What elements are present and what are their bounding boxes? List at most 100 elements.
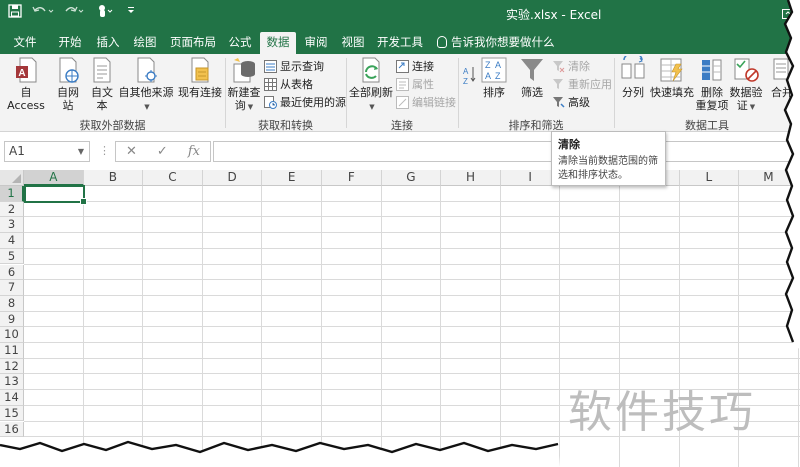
existing-connections-button[interactable]: 现有连接 [178,56,222,99]
from-table-button[interactable]: 从表格 [264,76,313,93]
other-sources-icon [132,56,160,84]
dropdown-caret-icon: ▼ [144,103,150,111]
column-header[interactable]: A [24,170,84,186]
table-icon [264,78,277,91]
chevron-down-icon[interactable]: ▼ [78,142,84,161]
refresh-icon [357,56,385,84]
tab-home[interactable]: 开始 [52,32,88,54]
dropdown-caret-icon: ▼ [749,103,756,111]
from-access-label: 自 Access [7,86,45,112]
name-box[interactable]: A1 ▼ [4,141,90,162]
row-header[interactable]: 9 [0,311,24,328]
tab-draw[interactable]: 绘图 [127,32,163,54]
reapply-button[interactable]: 重新应用 [552,76,612,93]
new-query-button[interactable]: 新建查 询 ▼ [227,56,261,114]
properties-button[interactable]: 属性 [396,76,434,93]
tab-page-layout[interactable]: 页面布局 [166,32,220,54]
row-header[interactable]: 1 [0,186,24,202]
edit-links-button[interactable]: 编辑链接 [396,94,456,111]
column-header[interactable]: D [202,170,263,186]
row-header[interactable]: 4 [0,233,24,249]
from-access-button[interactable]: A 自 Access [2,56,50,112]
column-header[interactable]: F [322,170,382,186]
filter-button[interactable]: 筛选 [518,56,546,99]
row-header[interactable]: 15 [0,405,24,422]
recent-sources-button[interactable]: 最近使用的源 [264,94,346,111]
column-header[interactable]: H [441,170,501,186]
row-header[interactable]: 8 [0,295,24,312]
clear-filter-icon [552,60,565,73]
from-other-label: 自其他来源 [118,86,174,99]
customize-qat-icon[interactable] [126,4,136,18]
clear-button[interactable]: 清除 [552,58,590,75]
dropdown-caret-icon: ▼ [247,103,254,111]
ribbon-tabs: 文件 开始 插入 绘图 页面布局 公式 数据 审阅 视图 开发工具 告诉我你想要… [0,28,800,54]
group-label-external-data: 获取外部数据 [79,119,146,132]
advanced-filter-icon [552,96,565,109]
row-header[interactable]: 5 [0,248,24,265]
grid-line [24,310,800,312]
connections-button[interactable]: 连接 [396,58,434,75]
grid-line [24,232,800,234]
grid-line [24,263,800,265]
from-other-sources-button[interactable]: 自其他来源 ▼ [118,56,174,114]
from-text-button[interactable]: 自文本 [86,56,118,112]
redo-icon[interactable] [64,4,86,18]
row-header[interactable]: 13 [0,374,24,391]
row-header[interactable]: 14 [0,390,24,406]
row-header[interactable]: 10 [0,327,24,343]
row-header[interactable]: 3 [0,217,24,234]
cancel-icon[interactable]: ✕ [126,144,137,159]
column-header[interactable]: G [381,170,442,186]
active-cell-a1[interactable] [24,185,87,205]
tab-review[interactable]: 审阅 [298,32,334,54]
data-validation-button[interactable]: 数据验 证 ▼ [728,56,764,114]
sort-az-button[interactable]: AZ [462,64,478,99]
svg-text:A: A [485,71,491,81]
connections-icon [396,60,409,73]
tab-insert[interactable]: 插入 [90,32,126,54]
sort-icon: ZAAZ [480,56,508,84]
sort-label: 排序 [483,86,505,99]
touch-mode-icon[interactable] [96,4,116,18]
tab-data[interactable]: 数据 [260,32,296,54]
connections-label: 连接 [412,60,434,73]
column-header[interactable]: B [83,170,144,186]
column-header[interactable]: E [262,170,322,186]
text-file-icon [88,56,116,84]
save-icon[interactable] [8,4,22,18]
grid-line [24,326,800,328]
column-header[interactable]: L [679,170,740,186]
tab-formulas[interactable]: 公式 [222,32,258,54]
new-query-label-2: 询 [234,99,246,112]
row-header[interactable]: 2 [0,201,24,218]
from-web-button[interactable]: 自网站 [52,56,84,112]
tab-developer[interactable]: 开发工具 [373,32,427,54]
formula-input[interactable] [213,141,800,162]
insert-function-icon[interactable]: fx [188,144,200,159]
row-header[interactable]: 12 [0,358,24,375]
select-all-button[interactable] [0,170,24,186]
remove-duplicates-button[interactable]: 删除 重复项 [694,56,730,112]
column-header[interactable]: C [143,170,203,186]
resize-handle-icon[interactable]: ⋮ [99,144,110,157]
tab-file[interactable]: 文件 [6,32,44,54]
sort-button[interactable]: ZAAZ 排序 [480,56,508,99]
undo-icon[interactable] [32,4,54,18]
grid-line [24,279,800,281]
recent-sources-label: 最近使用的源 [280,96,346,109]
enter-icon[interactable]: ✓ [157,144,168,159]
flash-fill-button[interactable]: 快速填充 [650,56,694,99]
show-queries-button[interactable]: 显示查询 [264,58,324,75]
refresh-all-button[interactable]: 全部刷新 ▼ [348,56,394,114]
row-header[interactable]: 7 [0,280,24,296]
from-web-label: 自网站 [57,86,79,112]
flash-fill-label: 快速填充 [650,86,694,99]
web-icon [54,56,82,84]
tab-view[interactable]: 视图 [335,32,371,54]
row-header[interactable]: 6 [0,264,24,281]
text-to-columns-button[interactable]: 分列 [618,52,648,99]
row-header[interactable]: 11 [0,343,24,359]
advanced-button[interactable]: 高级 [552,94,590,111]
tell-me-box[interactable]: 告诉我你想要做什么 [437,32,555,52]
